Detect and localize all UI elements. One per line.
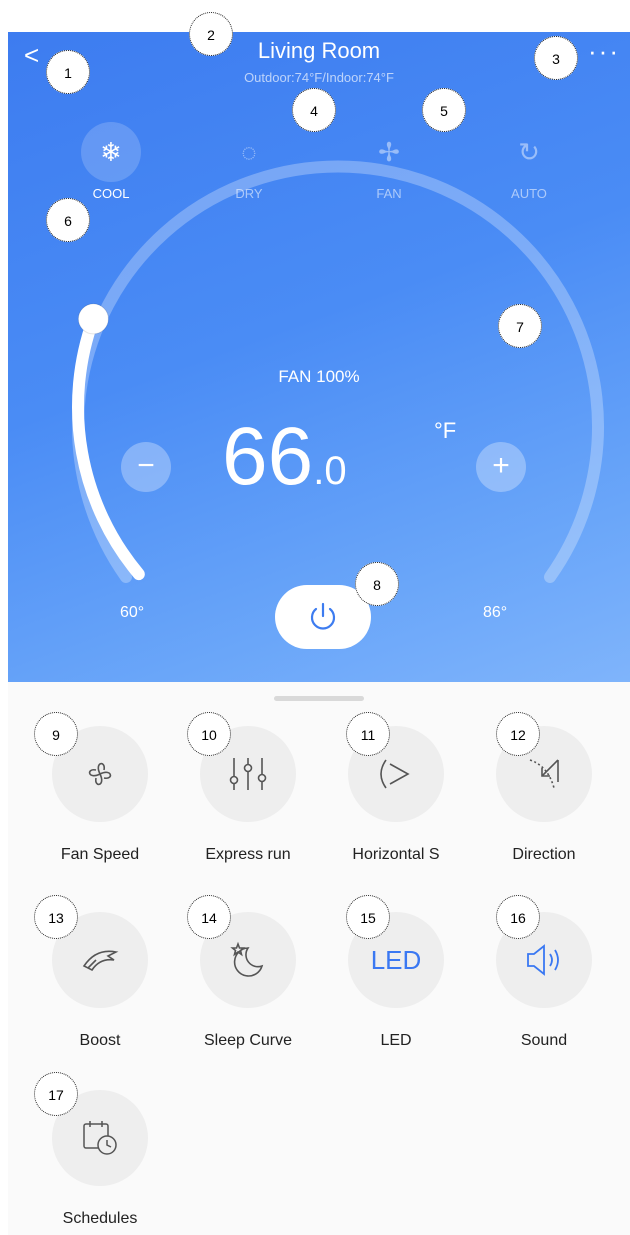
direction-icon bbox=[529, 759, 559, 789]
callout-marker: 5 bbox=[422, 88, 466, 132]
power-button[interactable] bbox=[275, 585, 371, 649]
callout-marker: 10 bbox=[187, 712, 231, 756]
callout-marker: 2 bbox=[189, 12, 233, 56]
feature-label: Direction bbox=[512, 846, 576, 863]
horizontal-swing-icon bbox=[380, 759, 410, 789]
temperature-whole: 66 bbox=[222, 411, 314, 502]
feature-direction[interactable]: Direction bbox=[469, 726, 619, 864]
temperature-unit: °F bbox=[434, 418, 457, 443]
feature-label: Schedules bbox=[62, 1210, 138, 1227]
temperature-decimal: .0 bbox=[313, 449, 347, 493]
sliders-icon bbox=[229, 758, 267, 790]
feature-label: Boost bbox=[79, 1032, 121, 1049]
callout-marker: 16 bbox=[496, 895, 540, 939]
feature-horizontal-swing[interactable]: Horizontal S bbox=[321, 726, 471, 864]
fan-speed-icon bbox=[88, 762, 112, 786]
callout-marker: 7 bbox=[498, 304, 542, 348]
sheet-grabber[interactable] bbox=[274, 696, 364, 701]
sound-icon bbox=[527, 944, 559, 976]
callout-marker: 12 bbox=[496, 712, 540, 756]
dial-knob[interactable] bbox=[77, 303, 109, 335]
callout-marker: 4 bbox=[292, 88, 336, 132]
feature-label: LED bbox=[380, 1032, 412, 1049]
feature-label: Express run bbox=[205, 846, 291, 863]
increase-temp-button[interactable]: + bbox=[476, 442, 526, 492]
callout-marker: 3 bbox=[534, 36, 578, 80]
min-temp-label: 60° bbox=[120, 604, 145, 621]
callout-marker: 17 bbox=[34, 1072, 78, 1116]
feature-label: Horizontal S bbox=[352, 846, 440, 863]
callout-marker: 15 bbox=[346, 895, 390, 939]
callout-marker: 9 bbox=[34, 712, 78, 756]
callout-marker: 1 bbox=[46, 50, 90, 94]
decrease-temp-button[interactable]: − bbox=[121, 442, 171, 492]
callout-marker: 13 bbox=[34, 895, 78, 939]
temperature-display: 66.0 °F bbox=[222, 410, 456, 504]
max-temp-label: 86° bbox=[483, 604, 508, 621]
callout-marker: 11 bbox=[346, 712, 390, 756]
schedule-icon bbox=[83, 1121, 117, 1155]
feature-sound[interactable]: Sound bbox=[469, 912, 619, 1050]
led-icon: LED bbox=[370, 944, 422, 975]
callout-marker: 6 bbox=[46, 198, 90, 242]
callout-marker: 8 bbox=[355, 562, 399, 606]
boost-icon bbox=[82, 950, 119, 972]
feature-led[interactable]: LED LED bbox=[321, 912, 471, 1050]
callout-marker: 14 bbox=[187, 895, 231, 939]
feature-label: Sleep Curve bbox=[203, 1032, 293, 1049]
feature-label: Sound bbox=[520, 1032, 568, 1049]
power-icon bbox=[310, 602, 336, 630]
feature-label: Fan Speed bbox=[60, 846, 140, 863]
features-sheet: Fan Speed Express run Horizontal S Direc… bbox=[8, 682, 630, 1235]
sleep-curve-icon bbox=[230, 941, 264, 977]
fan-speed-readout: FAN 100% bbox=[278, 367, 360, 386]
